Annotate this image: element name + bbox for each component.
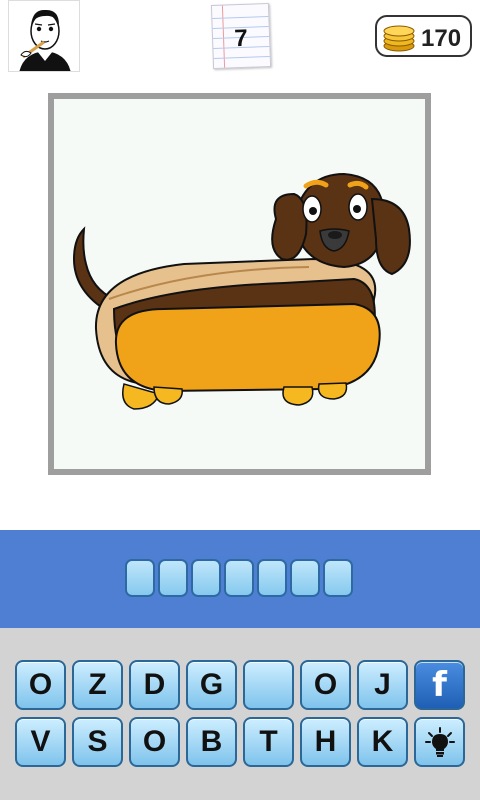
letter-key[interactable]: Z <box>72 660 123 710</box>
letter-key[interactable]: O <box>300 660 351 710</box>
level-number: 7 <box>233 24 249 53</box>
answer-slot[interactable] <box>290 559 320 597</box>
letter-key[interactable]: K <box>357 717 408 767</box>
top-bar: 7 170 <box>0 0 480 72</box>
answer-slot[interactable] <box>158 559 188 597</box>
answer-slots <box>125 559 353 597</box>
coin-counter[interactable]: 170 <box>375 15 472 57</box>
letter-keyboard: O Z D G O J f V S O B T H K <box>0 628 480 800</box>
letter-key[interactable]: J <box>357 660 408 710</box>
letter-key[interactable]: D <box>129 660 180 710</box>
answer-slot[interactable] <box>257 559 287 597</box>
letter-key[interactable]: O <box>15 660 66 710</box>
hot-dog-dachshund-drawing <box>72 172 411 410</box>
letter-key[interactable]: V <box>15 717 66 767</box>
coin-stack-icon <box>383 25 415 52</box>
coin-count: 170 <box>421 25 462 52</box>
facebook-share-button[interactable]: f <box>414 660 465 710</box>
answer-slot[interactable] <box>323 559 353 597</box>
answer-slot[interactable] <box>125 559 155 597</box>
answer-slot[interactable] <box>224 559 254 597</box>
letter-key[interactable]: H <box>300 717 351 767</box>
hint-button[interactable] <box>414 717 465 767</box>
letter-key[interactable]: T <box>243 717 294 767</box>
letter-key[interactable]: B <box>186 717 237 767</box>
letter-key[interactable]: G <box>186 660 237 710</box>
level-note: 7 <box>210 3 272 69</box>
player-avatar[interactable] <box>8 0 80 72</box>
answer-slot[interactable] <box>191 559 221 597</box>
letter-key-empty[interactable] <box>243 660 294 710</box>
letter-key[interactable]: O <box>129 717 180 767</box>
player-avatar-image <box>19 9 71 71</box>
letter-key[interactable]: S <box>72 717 123 767</box>
lightbulb-icon <box>424 727 455 757</box>
facebook-icon: f <box>432 665 447 705</box>
drawing-frame <box>48 93 431 475</box>
